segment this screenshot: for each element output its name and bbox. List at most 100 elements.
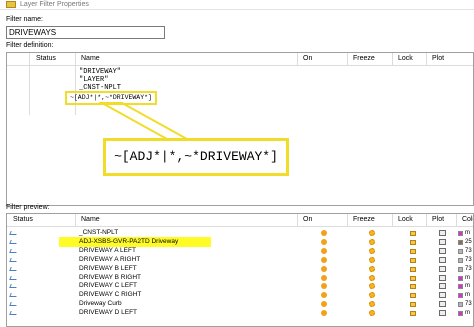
unlock-icon[interactable] [410,293,416,299]
color-value: 73 [465,265,472,272]
col-header-on[interactable]: On [303,214,312,226]
color-swatch[interactable] [458,284,463,290]
layer-name: DRIVEWAY D LEFT [79,309,138,317]
table-row[interactable]: DRIVEWAY B LEFT 73 [7,264,473,274]
column-divider [297,214,298,226]
lightbulb-on-icon[interactable] [321,230,327,236]
color-swatch[interactable] [458,302,463,308]
color-swatch[interactable] [458,275,463,281]
sun-thaw-icon[interactable] [369,301,375,308]
printer-icon[interactable] [439,247,446,254]
lightbulb-on-icon[interactable] [321,238,327,245]
printer-icon[interactable] [439,283,446,290]
layer-status-icon [9,257,18,262]
filter-name-input[interactable]: DRIVEWAYS [6,26,165,39]
col-header-color[interactable]: Colo [462,214,473,226]
printer-icon[interactable] [439,265,446,272]
layer-name: _CNST-NPLT [79,229,119,236]
printer-icon[interactable] [439,310,446,317]
unlock-icon[interactable] [410,248,416,254]
sun-thaw-icon[interactable] [369,238,375,245]
layer-status-icon [9,239,18,244]
lightbulb-on-icon[interactable] [321,256,327,263]
title-bar: Layer Filter Properties [0,0,474,10]
unlock-icon[interactable] [410,275,416,281]
lightbulb-on-icon[interactable] [321,283,327,290]
col-header-status[interactable]: Status [13,214,33,226]
layer-name: DRIVEWAY A RIGHT [79,255,141,263]
color-value: 25 [465,238,472,245]
unlock-icon[interactable] [410,257,416,263]
sun-thaw-icon[interactable] [369,265,375,272]
printer-icon[interactable] [439,256,446,263]
layer-status-icon [9,293,18,298]
filter-name-label: Filter name: [6,16,43,23]
lightbulb-on-icon[interactable] [321,301,327,308]
callout-connector [98,102,191,140]
color-value: 73 [465,301,472,308]
printer-icon[interactable] [439,274,446,281]
column-divider [347,214,348,226]
col-header-freeze[interactable]: Freeze [353,214,375,226]
color-swatch[interactable] [458,257,463,263]
layer-status-icon [9,248,18,253]
layer-name: DRIVEWAY A LEFT [79,246,136,254]
unlock-icon[interactable] [410,266,416,272]
sun-thaw-icon[interactable] [369,274,375,281]
table-row[interactable]: DRIVEWAY A LEFT 73 [7,246,473,256]
unlock-icon[interactable] [410,284,416,290]
printer-icon[interactable] [439,292,446,299]
table-row[interactable]: _CNST-NPLT m [7,229,473,238]
lightbulb-on-icon[interactable] [321,274,327,281]
window-icon [6,1,16,8]
table-row[interactable]: DRIVEWAY B RIGHT m [7,273,473,283]
layer-name: Driveway Curb [79,300,122,308]
printer-icon[interactable] [439,230,446,236]
col-header-plot[interactable]: Plot [432,214,444,226]
color-value: m [465,310,470,317]
table-row[interactable]: DRIVEWAY A RIGHT 73 [7,255,473,265]
table-row[interactable]: DRIVEWAY D LEFT m [7,309,473,318]
unlock-icon[interactable] [410,311,416,317]
color-swatch[interactable] [458,248,463,254]
layer-status-icon [9,231,18,235]
unlock-icon[interactable] [410,239,416,245]
sun-thaw-icon[interactable] [369,247,375,254]
lightbulb-on-icon[interactable] [321,247,327,254]
lightbulb-on-icon[interactable] [321,265,327,272]
color-swatch[interactable] [458,266,463,272]
layer-name: DRIVEWAY B LEFT [79,264,137,272]
color-value: m [465,292,470,299]
layer-status-icon [9,266,18,271]
column-divider [392,214,393,226]
printer-icon[interactable] [439,301,446,308]
table-row[interactable]: DRIVEWAY C LEFT m [7,282,473,291]
lightbulb-on-icon[interactable] [321,310,327,317]
col-header-name[interactable]: Name [81,214,100,226]
color-swatch[interactable] [458,231,463,236]
color-swatch[interactable] [458,311,463,317]
layer-name: DRIVEWAY B RIGHT [79,273,141,281]
unlock-icon[interactable] [410,231,416,236]
filter-preview-grid[interactable]: Status Name On Freeze Lock Plot Colo _CN… [6,213,474,327]
layer-name: DRIVEWAY C LEFT [79,282,138,290]
unlock-icon[interactable] [410,302,416,308]
zoomed-callout: ~[ADJ*|*,~*DRIVEWAY*] [103,138,289,176]
sun-thaw-icon[interactable] [369,310,375,317]
sun-thaw-icon[interactable] [369,230,375,236]
sun-thaw-icon[interactable] [369,292,375,299]
color-swatch[interactable] [458,293,463,299]
printer-icon[interactable] [439,238,446,245]
table-row[interactable]: ADJ-XSBS-GVR-PA2TD Driveway 25 [7,238,473,247]
table-row[interactable]: DRIVEWAY C RIGHT m [7,291,473,300]
color-swatch[interactable] [458,239,463,245]
column-divider [426,214,427,226]
column-divider [456,214,457,226]
filter-definition-label: Filter definition: [6,42,54,49]
table-row[interactable]: Driveway Curb 73 [7,300,473,309]
sun-thaw-icon[interactable] [369,283,375,290]
col-header-lock[interactable]: Lock [398,214,413,226]
lightbulb-on-icon[interactable] [321,292,327,299]
filter-definition-grid[interactable]: Status Name On Freeze Lock Plot "DRIVEWA… [6,52,474,206]
sun-thaw-icon[interactable] [369,256,375,263]
